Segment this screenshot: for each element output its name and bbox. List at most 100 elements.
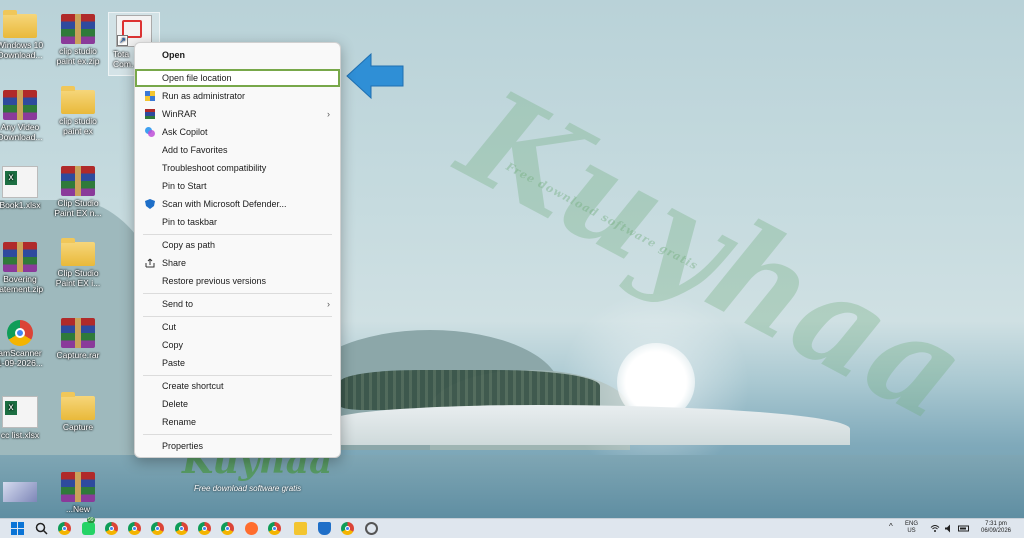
menu-item-label: Properties [162, 441, 204, 451]
desktop-icon-label: Clip Studio Paint EX i... [55, 268, 101, 288]
menu-item-copy-as-path[interactable]: Copy as path [137, 236, 338, 254]
menu-item-cut[interactable]: Cut [137, 318, 338, 336]
chrome-icon[interactable] [58, 522, 71, 535]
menu-item-winrar[interactable]: WinRAR › [137, 105, 338, 123]
folder-icon [3, 10, 37, 38]
chrome-icon[interactable] [198, 522, 211, 535]
winrar-icon [145, 109, 155, 119]
chrome-icon[interactable] [268, 522, 281, 535]
menu-item-label: Copy as path [162, 240, 216, 250]
desktop-icon[interactable]: Any Video Download... [0, 90, 46, 142]
menu-item-send-to[interactable]: Send to › [137, 295, 338, 313]
chevron-up-icon[interactable]: ^ [889, 523, 893, 531]
menu-item-label: Run as administrator [162, 91, 246, 101]
menu-item-label: Restore previous versions [162, 276, 267, 286]
desktop-icon[interactable]: Bovering tatement.zip [0, 242, 46, 294]
context-menu: Open Open file location Run as administr… [134, 42, 341, 458]
time-label: 7:31 pm [985, 521, 1007, 527]
chrome-icon[interactable] [175, 522, 188, 535]
notification-badge: 99 [87, 517, 95, 523]
desktop-icon[interactable] [0, 482, 46, 504]
desktop-icon[interactable]: clip studio paint ex [52, 86, 104, 136]
date-label: 06/09/2026 [980, 528, 1012, 534]
clock[interactable]: 7:31 pm 06/09/2026 [978, 521, 1014, 535]
shore [330, 405, 850, 445]
menu-item-pin-to-taskbar[interactable]: Pin to taskbar [137, 213, 338, 231]
menu-separator [143, 375, 332, 376]
desktop-icon-label: clip studio paint ex.zip [56, 46, 100, 66]
language-indicator[interactable]: ENG US [905, 521, 918, 535]
menu-item-rename[interactable]: Rename [137, 413, 338, 431]
menu-item-label: Create shortcut [162, 381, 224, 391]
shortcut-arrow-icon: ↗ [117, 35, 128, 46]
menu-item-restore-previous-versions[interactable]: Restore previous versions [137, 272, 338, 290]
menu-item-share[interactable]: Share [137, 254, 338, 272]
chrome-icon[interactable] [221, 522, 234, 535]
desktop-icon-label: Book1.xlsx [0, 200, 41, 210]
share-icon [145, 258, 155, 268]
speaker-icon[interactable] [944, 522, 954, 535]
desktop-icon-label: ...New [65, 504, 91, 514]
chrome-icon[interactable] [105, 522, 118, 535]
desktop-icon-label: Bovering tatement.zip [0, 274, 44, 294]
taskbar: 99 ^ ENG US 7:31 pm 06/09/2026 [0, 517, 1024, 538]
menu-item-create-shortcut[interactable]: Create shortcut [137, 377, 338, 395]
desktop-icon[interactable]: Clip Studio Paint EX n... [52, 166, 104, 218]
menu-item-label: Copy [162, 340, 184, 350]
menu-item-troubleshoot-compatibility[interactable]: Troubleshoot compatibility [137, 159, 338, 177]
menu-separator [143, 234, 332, 235]
menu-item-properties[interactable]: Properties [137, 437, 338, 455]
desktop-icon[interactable]: clip studio paint ex.zip [52, 14, 104, 66]
arrow-pointer-icon [346, 52, 404, 100]
watermark-small-subtext: Free download software gratis [194, 484, 302, 493]
folder-icon [61, 238, 95, 266]
file-explorer-icon[interactable] [294, 522, 307, 535]
menu-item-pin-to-start[interactable]: Pin to Start [137, 177, 338, 195]
excel-file-icon [2, 396, 38, 428]
desktop-icon-label: cc list.xlsx [0, 430, 40, 440]
desktop-icon[interactable]: Capture [52, 392, 104, 432]
menu-item-open[interactable]: Open [137, 46, 338, 64]
menu-item-label: Rename [162, 417, 197, 427]
settings-gear-icon[interactable] [365, 522, 378, 535]
menu-item-open-file-location[interactable]: Open file location [135, 69, 340, 87]
winrar-archive-icon [3, 242, 37, 272]
menu-item-label: Pin to taskbar [162, 217, 218, 227]
desktop-icon-label: Clip Studio Paint EX n... [54, 198, 102, 218]
desktop-icon-label: amScanner 1-09-2026... [0, 348, 43, 368]
menu-item-label: Troubleshoot compatibility [162, 163, 267, 173]
menu-item-scan-defender[interactable]: Scan with Microsoft Defender... [137, 195, 338, 213]
search-icon[interactable] [35, 522, 48, 535]
menu-item-delete[interactable]: Delete [137, 395, 338, 413]
shield-admin-icon [145, 91, 155, 101]
desktop-icon[interactable]: Windows 10 Download... [0, 10, 46, 60]
desktop-icon[interactable]: amScanner 1-09-2026... [0, 318, 46, 368]
chrome-icon[interactable] [151, 522, 164, 535]
menu-item-run-as-administrator[interactable]: Run as administrator [137, 87, 338, 105]
chrome-icon[interactable] [128, 522, 141, 535]
desktop-icon[interactable]: Clip Studio Paint EX i... [52, 238, 104, 288]
folder-icon [61, 86, 95, 114]
menu-item-ask-copilot[interactable]: Ask Copilot [137, 123, 338, 141]
region-label: US [907, 528, 916, 534]
chrome-icon[interactable] [341, 522, 354, 535]
desktop-icon-label: Capture [62, 422, 94, 432]
windows-start-icon[interactable] [11, 522, 24, 535]
desktop-icon[interactable]: Book1.xlsx [0, 166, 46, 210]
app-icon[interactable] [245, 522, 258, 535]
menu-item-add-to-favorites[interactable]: Add to Favorites [137, 141, 338, 159]
menu-item-label: Cut [162, 322, 177, 332]
menu-item-label: Delete [162, 399, 189, 409]
whatsapp-icon[interactable]: 99 [82, 517, 95, 535]
battery-icon[interactable] [958, 522, 970, 535]
menu-item-label: Open [162, 50, 186, 60]
menu-item-copy[interactable]: Copy [137, 336, 338, 354]
desktop-icon[interactable]: ...New [52, 472, 104, 514]
winrar-archive-icon [61, 472, 95, 502]
desktop-icon[interactable]: cc list.xlsx [0, 396, 46, 440]
desktop-icon[interactable]: Capture.rar [52, 318, 104, 360]
wifi-icon[interactable] [930, 522, 940, 535]
defender-shield-icon[interactable] [318, 522, 331, 535]
menu-item-paste[interactable]: Paste [137, 354, 338, 372]
menu-item-label: Scan with Microsoft Defender... [162, 199, 287, 209]
